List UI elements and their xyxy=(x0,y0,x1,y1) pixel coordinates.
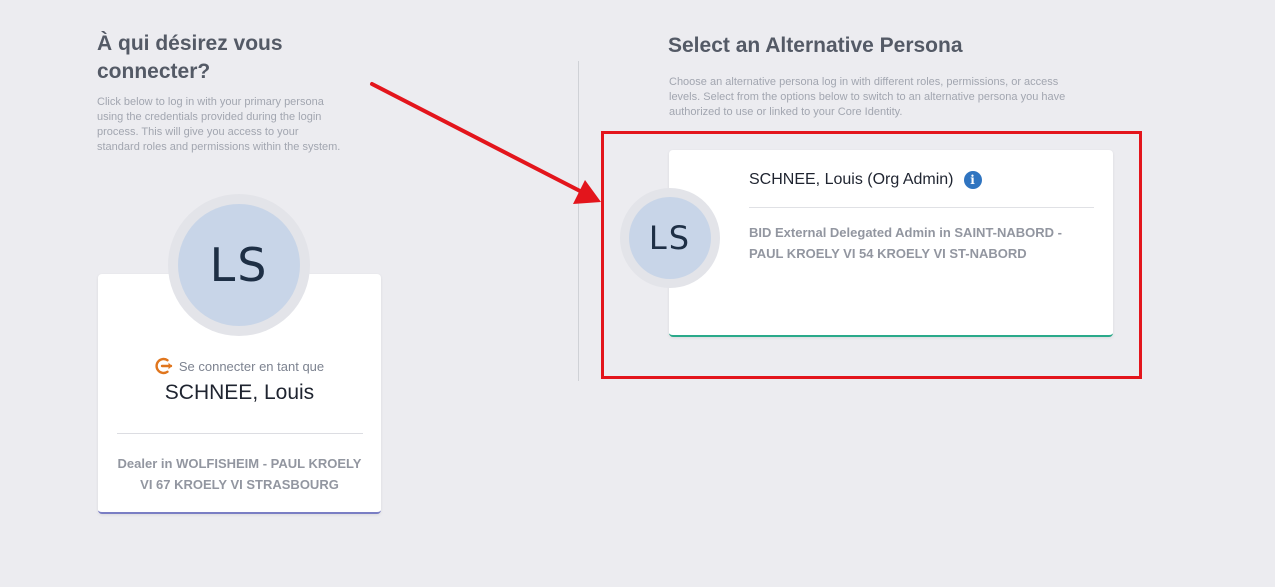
connect-as-text: Se connecter en tant que xyxy=(178,358,325,374)
connect-as-label[interactable]: Se connecter en tant que xyxy=(98,356,381,376)
alternative-section-title: Select an Alternative Persona xyxy=(668,34,963,57)
primary-persona-name: SCHNEE, Louis xyxy=(164,381,315,404)
persona-selection-page: À qui désirez vous connecter? Click belo… xyxy=(0,0,1275,587)
primary-card-divider xyxy=(117,433,363,434)
highlight-box-annotation xyxy=(601,131,1142,379)
alternative-section-description: Choose an alternative persona log in wit… xyxy=(669,76,1066,118)
primary-persona-role: Dealer in WOLFISHEIM - PAUL KROELY VI 67… xyxy=(117,456,362,492)
primary-avatar: LS xyxy=(178,204,300,326)
login-arrow-icon xyxy=(155,356,175,376)
primary-section-title: À qui désirez vous connecter? xyxy=(97,32,283,83)
column-divider xyxy=(578,61,579,381)
primary-section-description: Click below to log in with your primary … xyxy=(97,96,341,153)
